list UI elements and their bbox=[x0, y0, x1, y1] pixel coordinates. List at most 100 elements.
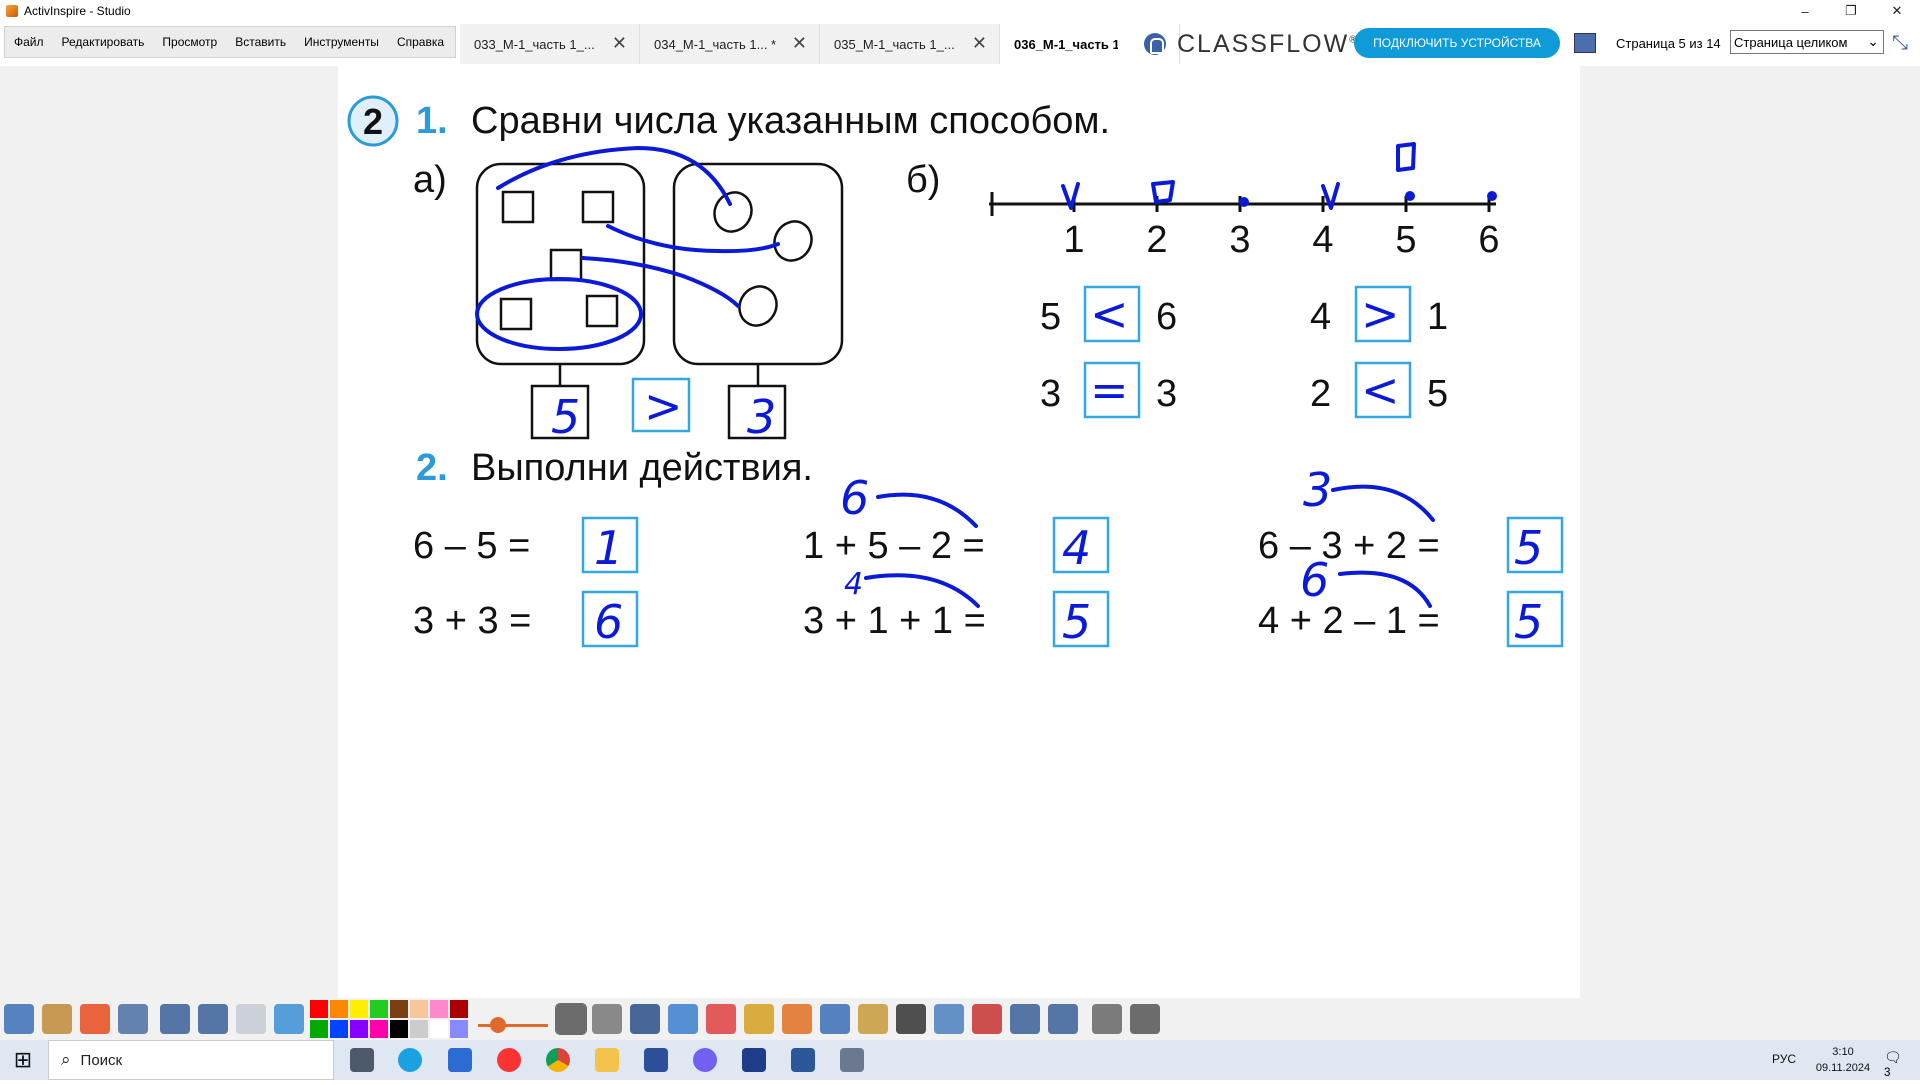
notification-icon[interactable]: 🗨3 bbox=[1884, 1049, 1906, 1079]
text-icon[interactable] bbox=[896, 1004, 926, 1034]
connect-devices-button[interactable]: ПОДКЛЮЧИТЬ УСТРОЙСТВА bbox=[1354, 28, 1560, 58]
handwritten-note: 3 bbox=[1303, 463, 1332, 517]
tab-034[interactable]: 034_М-1_часть 1... * ✕ bbox=[640, 24, 820, 64]
color-swatch[interactable] bbox=[450, 1020, 468, 1038]
desktop-annotate-icon[interactable] bbox=[1130, 1004, 1160, 1034]
reset-icon[interactable] bbox=[972, 1004, 1002, 1034]
color-swatch[interactable] bbox=[370, 1000, 388, 1018]
store-icon[interactable] bbox=[448, 1048, 472, 1072]
tab-label: 033_М-1_часть 1_... bbox=[474, 36, 595, 52]
color-swatch[interactable] bbox=[390, 1000, 408, 1018]
color-swatch[interactable] bbox=[350, 1020, 368, 1038]
windows-start-icon[interactable]: ⊞ bbox=[0, 1040, 46, 1080]
color-swatch[interactable] bbox=[430, 1020, 448, 1038]
yandex-icon[interactable] bbox=[497, 1048, 521, 1072]
pen-width-slider-handle[interactable] bbox=[490, 1017, 506, 1033]
shape-icon[interactable] bbox=[782, 1004, 812, 1034]
zoom-select[interactable]: Страница целиком ⌄ bbox=[1730, 30, 1884, 54]
color-swatch[interactable] bbox=[390, 1020, 408, 1038]
color-swatch[interactable] bbox=[350, 1000, 368, 1018]
square-shape bbox=[549, 248, 583, 282]
menu-help[interactable]: Справка bbox=[388, 35, 453, 49]
activinspire-icon[interactable] bbox=[742, 1048, 766, 1072]
clock[interactable]: 3:10 09.11.2024 bbox=[1808, 1044, 1878, 1076]
close-icon[interactable]: ✕ bbox=[972, 34, 987, 52]
profile-icon[interactable] bbox=[42, 1004, 72, 1034]
chrome-icon[interactable] bbox=[546, 1048, 570, 1072]
more-icon[interactable] bbox=[1092, 1004, 1122, 1034]
color-swatch[interactable] bbox=[310, 1020, 328, 1038]
menu-insert[interactable]: Вставить bbox=[226, 35, 295, 49]
color-swatch[interactable] bbox=[410, 1000, 428, 1018]
handwritten-note: 4 bbox=[844, 567, 863, 602]
taskbar-search[interactable]: ⌕ Поиск bbox=[48, 1040, 334, 1080]
task1-title: Сравни числа указанным способом. bbox=[471, 100, 1110, 142]
clear-icon[interactable] bbox=[934, 1004, 964, 1034]
studio-icon[interactable] bbox=[840, 1048, 864, 1072]
mail-icon[interactable] bbox=[644, 1048, 668, 1072]
menu-tools[interactable]: Инструменты bbox=[295, 35, 388, 49]
compare-right: 3 bbox=[1156, 373, 1177, 415]
prev-page-icon[interactable] bbox=[160, 1004, 190, 1034]
eraser-icon[interactable] bbox=[706, 1004, 736, 1034]
task1-number: 1. bbox=[416, 100, 448, 142]
page-browser-icon[interactable] bbox=[1574, 33, 1596, 53]
design-icon[interactable] bbox=[118, 1004, 148, 1034]
color-swatch[interactable] bbox=[430, 1000, 448, 1018]
connector-icon[interactable] bbox=[820, 1004, 850, 1034]
close-icon[interactable]: ✕ bbox=[792, 34, 807, 52]
color-swatch[interactable] bbox=[450, 1000, 468, 1018]
close-icon[interactable]: ✕ bbox=[612, 34, 627, 52]
folder-icon[interactable] bbox=[858, 1004, 888, 1034]
window-title: ActivInspire - Studio bbox=[24, 4, 131, 18]
color-swatch[interactable] bbox=[330, 1020, 348, 1038]
handwritten-note: 6 bbox=[840, 471, 869, 525]
fit-page-icon[interactable]: ⤡ bbox=[1892, 33, 1912, 53]
menu-icon[interactable] bbox=[4, 1004, 34, 1034]
handwritten-dot bbox=[1405, 191, 1415, 201]
pen-width-slider[interactable] bbox=[478, 1024, 548, 1027]
next-page-icon[interactable] bbox=[198, 1004, 228, 1034]
play-icon[interactable] bbox=[236, 1004, 266, 1034]
search-icon: ⌕ bbox=[61, 1050, 71, 1069]
color-swatch[interactable] bbox=[370, 1020, 388, 1038]
handwritten-sign: < bbox=[1090, 287, 1129, 341]
classflow-connect-icon[interactable] bbox=[1144, 33, 1166, 55]
file-explorer-icon[interactable] bbox=[595, 1048, 619, 1072]
comparison-grid: 5 < 6 4 > 1 3 = 3 2 < 5 bbox=[1040, 285, 1448, 419]
tab-035[interactable]: 035_М-1_часть 1_... ✕ bbox=[820, 24, 1000, 64]
part-b-label: б) bbox=[906, 159, 940, 201]
flipchart-page[interactable]: .ink { fill: none; stroke: #0a1ad6; stro… bbox=[338, 66, 1580, 998]
undo-icon[interactable] bbox=[1010, 1004, 1040, 1034]
expression: 3 + 3 = bbox=[413, 600, 531, 642]
tab-033[interactable]: 033_М-1_часть 1_... ✕ bbox=[460, 24, 640, 64]
viber-icon[interactable] bbox=[693, 1048, 717, 1072]
pen-red-icon[interactable] bbox=[80, 1004, 110, 1034]
pen-icon[interactable] bbox=[630, 1004, 660, 1034]
select-icon[interactable] bbox=[555, 1003, 587, 1035]
color-swatch[interactable] bbox=[410, 1020, 428, 1038]
highlighter-icon[interactable] bbox=[668, 1004, 698, 1034]
language-indicator[interactable]: РУС bbox=[1772, 1052, 1796, 1066]
color-swatch[interactable] bbox=[330, 1000, 348, 1018]
color-swatch[interactable] bbox=[310, 1000, 328, 1018]
menu-edit[interactable]: Редактировать bbox=[53, 35, 154, 49]
menu-view[interactable]: Просмотр bbox=[153, 35, 226, 49]
menu-file[interactable]: Файл bbox=[5, 35, 53, 49]
app-icon bbox=[6, 5, 18, 17]
circle-shape bbox=[738, 285, 778, 327]
fill-icon[interactable] bbox=[744, 1004, 774, 1034]
word-icon[interactable] bbox=[791, 1048, 815, 1072]
number-line-label: 2 bbox=[1146, 219, 1167, 261]
browser-icon[interactable] bbox=[274, 1004, 304, 1034]
tools-icon[interactable] bbox=[592, 1004, 622, 1034]
restore-button[interactable]: ❐ bbox=[1828, 0, 1874, 22]
edge-icon[interactable] bbox=[398, 1048, 422, 1072]
redo-icon[interactable] bbox=[1048, 1004, 1078, 1034]
task-view-icon[interactable] bbox=[350, 1048, 374, 1072]
compare-left: 4 bbox=[1310, 296, 1331, 338]
workspace: .ink { fill: none; stroke: #0a1ad6; stro… bbox=[0, 66, 1920, 998]
close-button[interactable]: ✕ bbox=[1874, 0, 1920, 22]
part-a-label: а) bbox=[413, 159, 447, 201]
minimize-button[interactable]: – bbox=[1782, 0, 1828, 22]
